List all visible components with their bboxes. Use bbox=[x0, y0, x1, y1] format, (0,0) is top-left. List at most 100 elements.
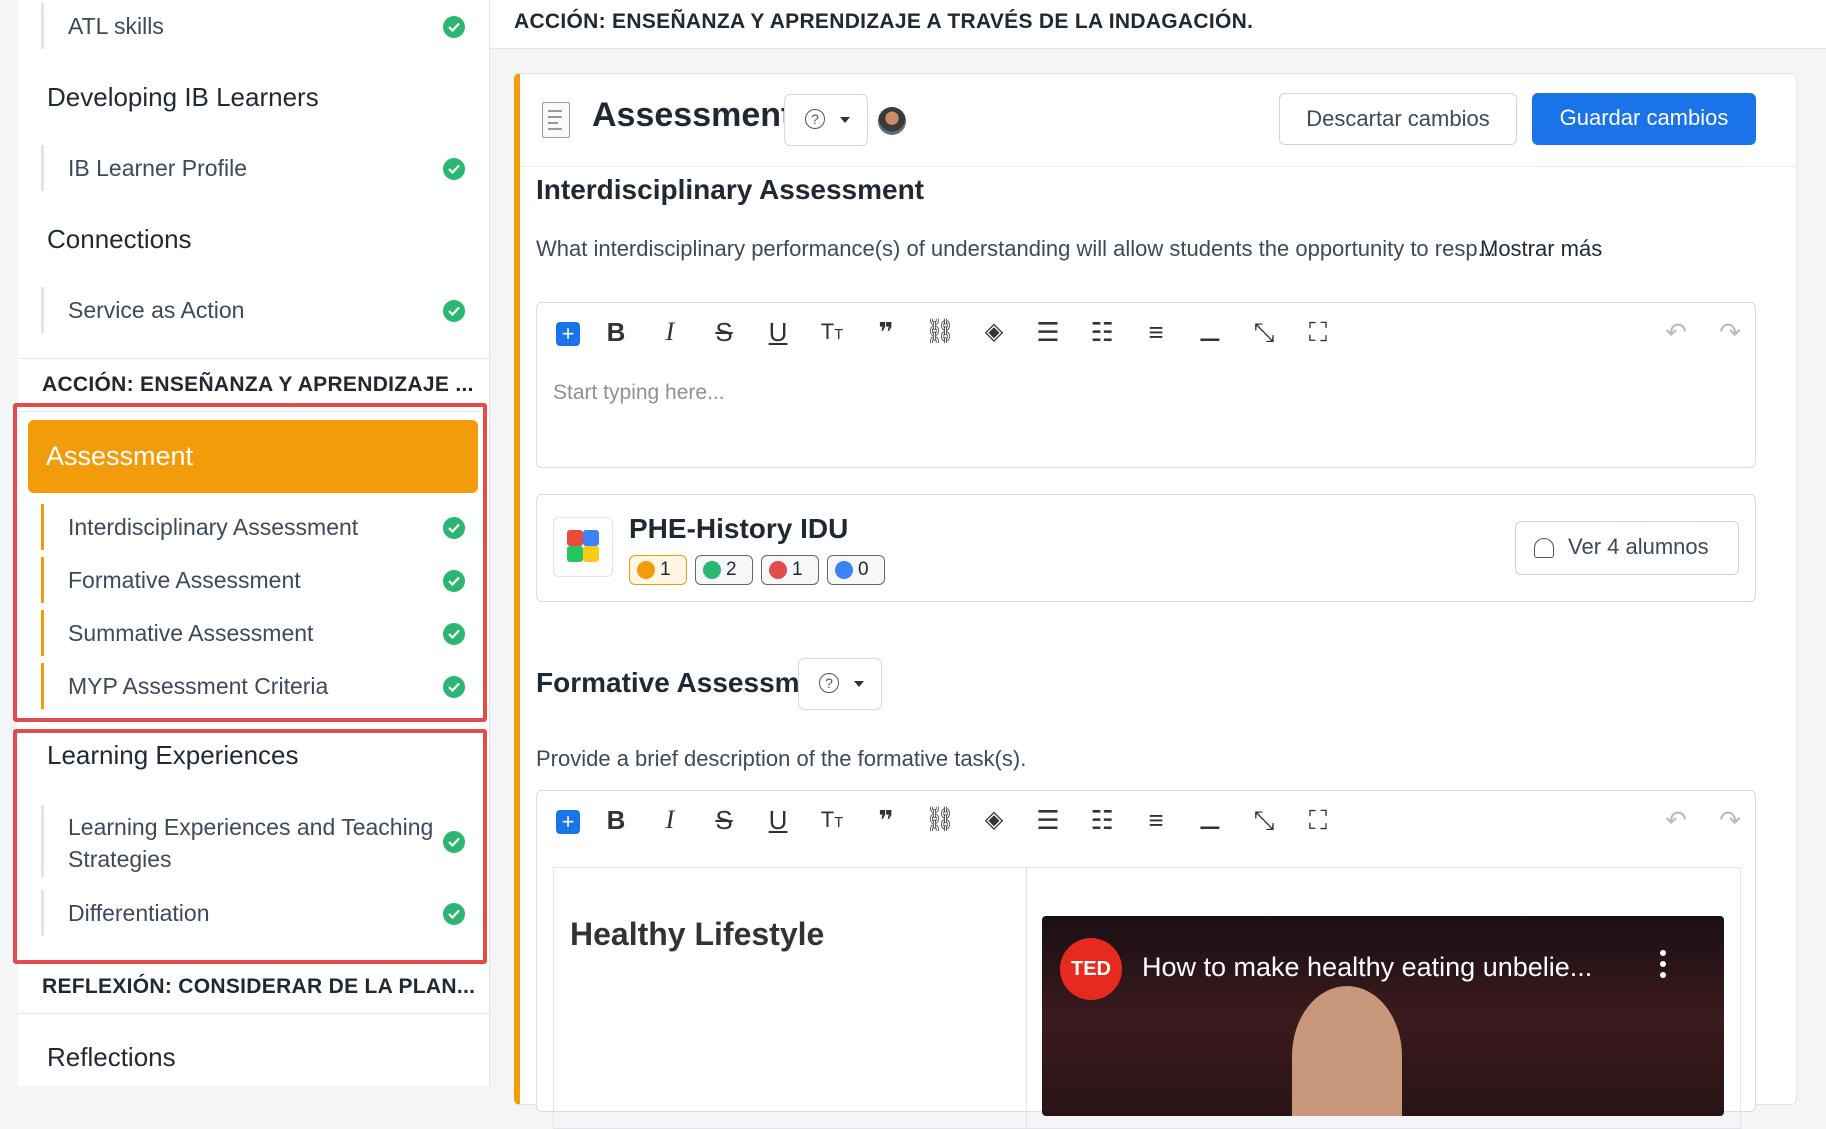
check-icon bbox=[443, 16, 465, 38]
sidebar-item-label: Service as Action bbox=[68, 297, 245, 323]
group-reflections[interactable]: Reflections bbox=[47, 1042, 176, 1073]
group-developing-ib-learners[interactable]: Developing IB Learners bbox=[47, 82, 319, 113]
redo-icon[interactable]: ↷ bbox=[1713, 803, 1747, 837]
strikethrough-icon[interactable]: S bbox=[707, 315, 741, 349]
more-vert-icon[interactable] bbox=[1660, 950, 1668, 980]
interdisciplinary-editor[interactable]: Start typing here... bbox=[536, 363, 1756, 468]
bullet-list-icon[interactable]: ☰ bbox=[1031, 803, 1065, 837]
section-header-reflexion[interactable]: REFLEXIÓN: CONSIDERAR DE LA PLAN... bbox=[18, 960, 489, 1014]
badge-count: 0 bbox=[858, 559, 869, 580]
bold-icon[interactable]: B bbox=[599, 315, 633, 349]
save-changes-button[interactable]: Guardar cambios bbox=[1532, 93, 1756, 145]
horizontal-rule-icon[interactable]: ⚊ bbox=[1193, 315, 1227, 349]
group-badges: 1 2 1 0 bbox=[629, 555, 929, 587]
section-header-label: REFLEXIÓN: CONSIDERAR DE LA PLAN... bbox=[42, 975, 476, 998]
users-icon bbox=[1534, 538, 1554, 558]
video-title: How to make healthy eating unbelie... bbox=[1142, 952, 1593, 982]
chevron-down-icon bbox=[840, 117, 850, 123]
editor-placeholder: Start typing here... bbox=[553, 381, 725, 404]
sync-icon bbox=[835, 561, 853, 579]
bold-icon[interactable]: B bbox=[599, 803, 633, 837]
link-icon[interactable]: ⛓ bbox=[923, 803, 957, 837]
show-more-link[interactable]: Mostrar más bbox=[1480, 236, 1602, 262]
document-icon bbox=[542, 102, 570, 138]
main-panel: ACCIÓN: ENSEÑANZA Y APRENDIZAJE A TRAVÉS… bbox=[490, 0, 1826, 1129]
undo-icon[interactable]: ↶ bbox=[1659, 803, 1693, 837]
view-students-label: Ver 4 alumnos bbox=[1568, 534, 1709, 559]
card-header: Assessment ? Descartar cambios Guardar c… bbox=[520, 74, 1796, 167]
chevron-down-icon bbox=[854, 681, 864, 687]
sidebar-item-ib-learner-profile[interactable]: IB Learner Profile bbox=[41, 145, 489, 191]
red-flag-badge: 1 bbox=[761, 555, 819, 585]
award-icon bbox=[637, 561, 655, 579]
content-table: Healthy Lifestyle TED How to make health… bbox=[553, 867, 1741, 1129]
align-icon[interactable]: ≡ bbox=[1139, 315, 1173, 349]
group-connections[interactable]: Connections bbox=[47, 224, 192, 255]
card-title: Assessment bbox=[592, 96, 793, 134]
sidebar-item-atl-skills[interactable]: ATL skills bbox=[41, 3, 489, 49]
question-icon: ? bbox=[805, 109, 825, 129]
badge-count: 1 bbox=[660, 559, 671, 580]
quote-icon[interactable]: ❞ bbox=[869, 315, 903, 349]
formative-heading: Formative Assessment bbox=[536, 667, 842, 698]
numbered-list-icon[interactable]: ☷ bbox=[1085, 315, 1119, 349]
question-icon: ? bbox=[819, 673, 839, 693]
content-title: Healthy Lifestyle bbox=[570, 916, 825, 952]
strikethrough-icon[interactable]: S bbox=[707, 803, 741, 837]
formative-prompt: Provide a brief description of the forma… bbox=[536, 746, 1027, 771]
check-icon bbox=[443, 158, 465, 180]
help-dropdown-button[interactable]: ? bbox=[784, 94, 868, 146]
highlight-box-learning-experiences bbox=[13, 729, 487, 964]
puzzle-icon bbox=[553, 517, 613, 577]
text-size-icon[interactable]: TT bbox=[815, 803, 849, 837]
editor-toolbar: + B I S U TT ❞ ⛓ ◈ ☰ ☷ ≡ ⚊ ⤡ ⛶ ↶ ↷ bbox=[536, 790, 1756, 852]
fullscreen-icon[interactable]: ⛶ bbox=[1301, 315, 1335, 349]
table-cell-left: Healthy Lifestyle bbox=[554, 868, 1027, 1128]
underline-icon[interactable]: U bbox=[761, 803, 795, 837]
group-card: PHE-History IDU 1 2 1 0 Ver 4 alumnos bbox=[536, 494, 1756, 602]
insert-plus-icon[interactable]: + bbox=[551, 803, 585, 837]
horizontal-rule-icon[interactable]: ⚊ bbox=[1193, 803, 1227, 837]
flag-icon bbox=[769, 561, 787, 579]
flag-icon bbox=[703, 561, 721, 579]
discard-changes-button[interactable]: Descartar cambios bbox=[1279, 93, 1517, 145]
quote-icon[interactable]: ❞ bbox=[869, 803, 903, 837]
view-students-button[interactable]: Ver 4 alumnos bbox=[1515, 521, 1739, 575]
numbered-list-icon[interactable]: ☷ bbox=[1085, 803, 1119, 837]
sync-badge: 0 bbox=[827, 555, 885, 585]
italic-icon[interactable]: I bbox=[653, 315, 687, 349]
avatar bbox=[878, 107, 906, 135]
editor-toolbar: + B I S U TT ❞ ⛓ ◈ ☰ ☷ ≡ ⚊ ⤡ ⛶ ↶ ↷ bbox=[536, 302, 1756, 364]
interdisciplinary-heading: Interdisciplinary Assessment bbox=[536, 174, 925, 205]
italic-icon[interactable]: I bbox=[653, 803, 687, 837]
sidebar-item-label: IB Learner Profile bbox=[68, 155, 247, 181]
collapse-icon[interactable]: ⤡ bbox=[1247, 803, 1281, 837]
interdisciplinary-prompt: What interdisciplinary performance(s) of… bbox=[536, 236, 1496, 261]
badge-count: 1 bbox=[792, 559, 803, 580]
redo-icon[interactable]: ↷ bbox=[1713, 315, 1747, 349]
insert-plus-icon[interactable]: + bbox=[551, 315, 585, 349]
underline-icon[interactable]: U bbox=[761, 315, 795, 349]
highlight-fill-icon[interactable]: ◈ bbox=[977, 803, 1011, 837]
group-name[interactable]: PHE-History IDU bbox=[629, 513, 848, 545]
fullscreen-icon[interactable]: ⛶ bbox=[1301, 803, 1335, 837]
sidebar-item-label: ATL skills bbox=[68, 13, 164, 39]
award-badge: 1 bbox=[629, 555, 687, 585]
video-embed[interactable]: TED How to make healthy eating unbelie..… bbox=[1042, 916, 1724, 1116]
link-icon[interactable]: ⛓ bbox=[923, 315, 957, 349]
bullet-list-icon[interactable]: ☰ bbox=[1031, 315, 1065, 349]
badge-count: 2 bbox=[726, 559, 737, 580]
highlight-fill-icon[interactable]: ◈ bbox=[977, 315, 1011, 349]
align-icon[interactable]: ≡ bbox=[1139, 803, 1173, 837]
page-title: ACCIÓN: ENSEÑANZA Y APRENDIZAJE A TRAVÉS… bbox=[514, 10, 1254, 33]
text-size-icon[interactable]: TT bbox=[815, 315, 849, 349]
formative-editor[interactable]: Healthy Lifestyle TED How to make health… bbox=[536, 851, 1756, 1129]
undo-icon[interactable]: ↶ bbox=[1659, 315, 1693, 349]
person-silhouette bbox=[1292, 986, 1402, 1116]
collapse-icon[interactable]: ⤡ bbox=[1247, 315, 1281, 349]
green-flag-badge: 2 bbox=[695, 555, 753, 585]
formative-help-dropdown[interactable]: ? bbox=[798, 658, 882, 710]
sidebar-item-service-as-action[interactable]: Service as Action bbox=[41, 287, 489, 333]
highlight-box-assessment bbox=[13, 403, 487, 722]
check-icon bbox=[443, 300, 465, 322]
